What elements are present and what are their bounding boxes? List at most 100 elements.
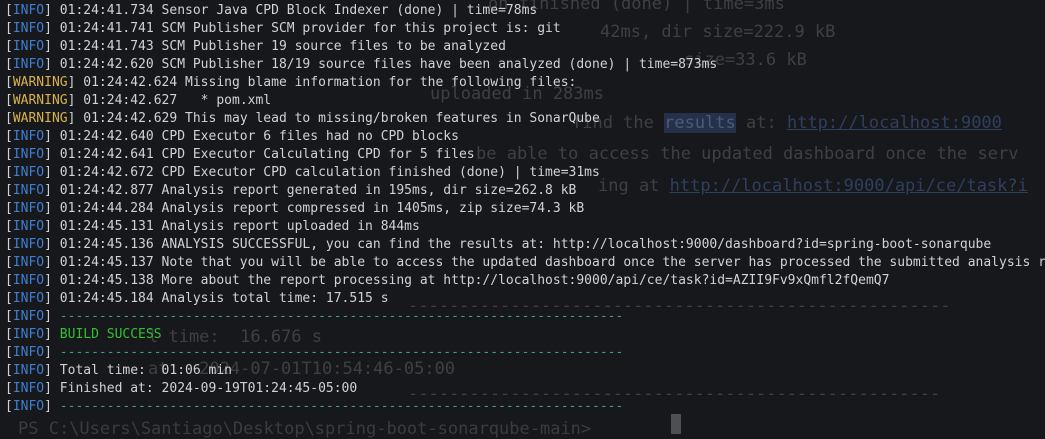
bracket: [ <box>5 219 13 234</box>
log-level-info: INFO <box>12 363 45 378</box>
bracket: ] <box>44 219 52 234</box>
bracket: [ <box>5 399 13 414</box>
log-line: [INFO] 01:24:41.734 Sensor Java CPD Bloc… <box>5 2 1045 20</box>
bracket: ] <box>44 381 52 396</box>
bracket: [ <box>5 129 13 144</box>
log-level-info: INFO <box>12 327 45 342</box>
log-message: 01:24:42.640 CPD Executor 6 files had no… <box>51 129 459 144</box>
bracket: [ <box>5 93 13 108</box>
log-level-info: INFO <box>12 399 45 414</box>
log-line: [WARNING] 01:24:42.624 Missing blame inf… <box>5 74 1045 92</box>
terminal-output[interactable]: [INFO] 01:24:41.734 Sensor Java CPD Bloc… <box>5 2 1045 416</box>
shell-prompt: PS C:\Users\Santiago\Desktop\spring-boot… <box>18 419 592 439</box>
bracket: ] <box>44 237 52 252</box>
log-message: 01:24:42.620 SCM Publisher 18/19 source … <box>51 57 718 72</box>
bracket: ] <box>44 39 52 54</box>
log-level-info: INFO <box>12 21 45 36</box>
log-line: [INFO] 01:24:45.184 Analysis total time:… <box>5 290 1045 308</box>
bracket: ] <box>44 345 52 360</box>
log-line: [INFO] 01:24:45.137 Note that you will b… <box>5 254 1045 272</box>
log-message: 01:24:42.629 This may lead to missing/br… <box>75 111 600 126</box>
bracket: [ <box>5 255 13 270</box>
log-message: 01:24:44.284 Analysis report compressed … <box>51 201 585 216</box>
bracket: [ <box>5 381 13 396</box>
log-line: [INFO] 01:24:41.741 SCM Publisher SCM pr… <box>5 20 1045 38</box>
bracket: ] <box>44 255 52 270</box>
bracket: ] <box>44 57 52 72</box>
log-level-warning: WARNING <box>12 93 68 108</box>
log-line: [INFO] BUILD SUCCESS <box>5 326 1045 344</box>
bracket: ] <box>44 309 52 324</box>
bracket: ] <box>44 399 52 414</box>
bracket: [ <box>5 3 13 18</box>
log-level-info: INFO <box>12 291 45 306</box>
bracket: [ <box>5 363 13 378</box>
log-line: [INFO] ---------------------------------… <box>5 344 1045 362</box>
bracket: ] <box>44 165 52 180</box>
log-level-info: INFO <box>12 255 45 270</box>
log-message: 01:24:41.734 Sensor Java CPD Block Index… <box>51 3 538 18</box>
bracket: [ <box>5 165 13 180</box>
log-message: Finished at: 2024-09-19T01:24:45-05:00 <box>51 381 358 396</box>
bracket: [ <box>5 345 13 360</box>
log-message: 01:24:41.743 SCM Publisher 19 source fil… <box>51 39 506 54</box>
bracket: [ <box>5 201 13 216</box>
bracket: [ <box>5 327 13 342</box>
log-line: [INFO] 01:24:41.743 SCM Publisher 19 sou… <box>5 38 1045 56</box>
log-line: [WARNING] 01:24:42.627 * pom.xml <box>5 92 1045 110</box>
bracket: ] <box>44 129 52 144</box>
bracket: ] <box>44 21 52 36</box>
log-message: 01:24:42.624 Missing blame information f… <box>75 75 577 90</box>
log-line: [INFO] Total time: 01:06 min <box>5 362 1045 380</box>
log-line: [WARNING] 01:24:42.629 This may lead to … <box>5 110 1045 128</box>
log-message: Total time: 01:06 min <box>51 363 232 378</box>
log-level-info: INFO <box>12 237 45 252</box>
log-line: [INFO] 01:24:42.672 CPD Executor CPD cal… <box>5 164 1045 182</box>
bracket: [ <box>5 39 13 54</box>
bracket: [ <box>5 291 13 306</box>
bracket: [ <box>5 309 13 324</box>
log-level-warning: WARNING <box>12 111 68 126</box>
log-level-info: INFO <box>12 147 45 162</box>
log-message: 01:24:42.627 * pom.xml <box>75 93 272 108</box>
log-level-info: INFO <box>12 39 45 54</box>
log-message: 01:24:45.137 Note that you will be able … <box>51 255 1045 270</box>
bracket: ] <box>44 147 52 162</box>
log-level-info: INFO <box>12 219 45 234</box>
separator-line: ----------------------------------------… <box>51 345 624 360</box>
log-message: 01:24:42.641 CPD Executor Calculating CP… <box>51 147 475 162</box>
log-line: [INFO] 01:24:42.877 Analysis report gene… <box>5 182 1045 200</box>
log-message: 01:24:45.138 More about the report proce… <box>51 273 890 288</box>
bracket: ] <box>44 201 52 216</box>
log-line: [INFO] ---------------------------------… <box>5 398 1045 416</box>
log-line: [INFO] 01:24:44.284 Analysis report comp… <box>5 200 1045 218</box>
bracket: ] <box>44 291 52 306</box>
log-line: [INFO] 01:24:42.640 CPD Executor 6 files… <box>5 128 1045 146</box>
log-line: [INFO] ---------------------------------… <box>5 308 1045 326</box>
bracket: [ <box>5 273 13 288</box>
log-line: [INFO] 01:24:42.620 SCM Publisher 18/19 … <box>5 56 1045 74</box>
log-level-info: INFO <box>12 3 45 18</box>
bracket: ] <box>44 3 52 18</box>
log-level-info: INFO <box>12 381 45 396</box>
log-message: 01:24:45.184 Analysis total time: 17.515… <box>51 291 389 306</box>
bracket: [ <box>5 21 13 36</box>
bracket: ] <box>44 327 52 342</box>
log-level-warning: WARNING <box>12 75 68 90</box>
log-level-info: INFO <box>12 201 45 216</box>
bracket: [ <box>5 111 13 126</box>
log-line: [INFO] 01:24:45.136 ANALYSIS SUCCESSFUL,… <box>5 236 1045 254</box>
log-level-info: INFO <box>12 273 45 288</box>
bracket: [ <box>5 75 13 90</box>
log-message: 01:24:42.672 CPD Executor CPD calculatio… <box>51 165 600 180</box>
bracket: ] <box>44 183 52 198</box>
text-cursor <box>671 414 681 434</box>
log-level-info: INFO <box>12 309 45 324</box>
log-line: [INFO] 01:24:45.131 Analysis report uplo… <box>5 218 1045 236</box>
separator-line: ----------------------------------------… <box>51 309 624 324</box>
log-level-info: INFO <box>12 183 45 198</box>
bracket: [ <box>5 237 13 252</box>
bracket: [ <box>5 57 13 72</box>
log-level-info: INFO <box>12 129 45 144</box>
log-level-info: INFO <box>12 345 45 360</box>
